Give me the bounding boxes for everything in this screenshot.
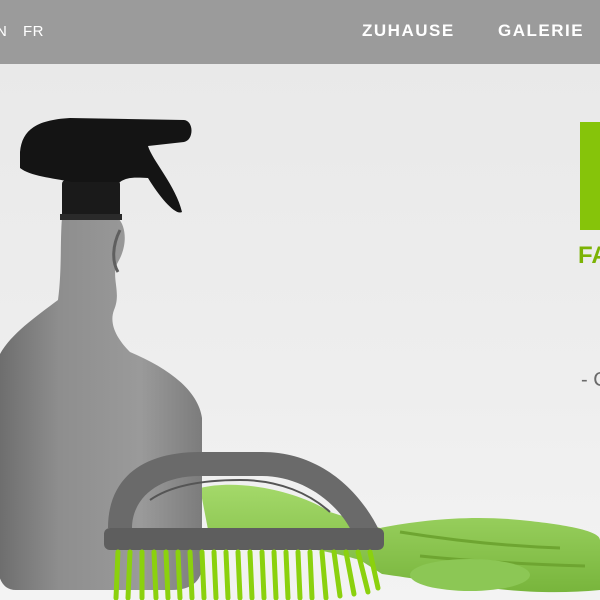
nav-link-home[interactable]: ZUHAUSE (362, 21, 455, 41)
top-navigation-bar: N FR ZUHAUSE GALERIE (0, 0, 600, 64)
language-link-en[interactable]: N (0, 23, 7, 40)
hero-tagline-fragment: - C (581, 369, 600, 391)
hero-image (0, 118, 600, 600)
logo-block (580, 122, 600, 230)
nav-link-gallery[interactable]: GALERIE (498, 21, 584, 41)
spray-bottle-graphic (0, 118, 202, 590)
hero-banner: FA - C (0, 64, 600, 600)
language-link-fr[interactable]: FR (23, 23, 44, 40)
hero-headline-fragment: FA (578, 242, 600, 269)
